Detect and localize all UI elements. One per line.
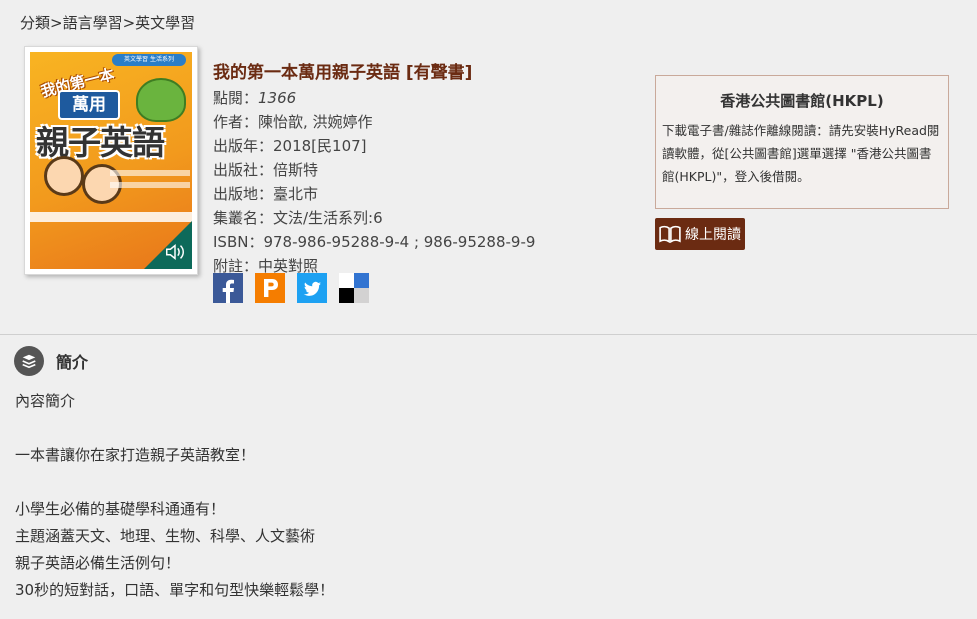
library-name: 香港公共圖書館(HKPL) [720,92,884,110]
views-row: 點閱：1366 [213,86,535,110]
place-row: 出版地：臺北市 [213,185,319,203]
author-row: 作者：陳怡歆, 洪婉婷作 [213,113,373,131]
breadcrumb[interactable]: 分類>語言學習>英文學習 [20,12,195,33]
cover-artwork: 英文學習 生活系列 我的第一本 萬用 親子英語 [30,52,192,269]
intro-line [15,469,334,496]
intro-line [15,415,334,442]
intro-line: 親子英語必備生活例句！ [15,554,181,572]
intro-header: 簡介 [14,346,88,376]
year-row: 出版年：2018[民107] [213,137,367,155]
speaker-icon [166,244,184,260]
intro-body: 內容簡介 一本書讓你在家打造親子英語教室！ 小學生必備的基礎學科通通有！ 主題涵… [15,388,334,604]
twitter-icon[interactable] [297,273,327,303]
delicious-icon[interactable] [339,273,369,303]
intro-line: 小學生必備的基礎學科通通有！ [15,500,226,518]
book-title: 我的第一本萬用親子英語 [有聲書] [213,63,473,83]
publisher-row: 出版社：倍斯特 [213,161,319,179]
section-divider [0,334,977,335]
cover-text-line [110,170,190,176]
books-icon [14,346,44,376]
intro-line: 一本書讓你在家打造親子英語教室！ [15,446,256,464]
intro-line: 主題涵蓋天文、地理、生物、科學、人文藝術 [15,527,316,545]
views-label: 點閱： [213,89,259,107]
library-panel: 香港公共圖書館(HKPL) 下載電子書/雜誌作離線閱讀：請先安裝HyRead閱讀… [655,75,949,209]
cover-badge: 英文學習 生活系列 [112,54,186,66]
read-online-label: 線上閱讀 [685,227,741,243]
read-online-button[interactable]: 線上閱讀 [655,218,745,250]
book-icon [659,225,681,243]
plurk-icon[interactable] [255,273,285,303]
book-cover-image[interactable]: 英文學習 生活系列 我的第一本 萬用 親子英語 [24,46,198,275]
library-note: 下載電子書/雜誌作離線閱讀：請先安裝HyRead閱讀軟體，從[公共圖書館]選單選… [662,123,940,184]
isbn-row: ISBN：978-986-95288-9-4 ; 986-95288-9-9 [213,233,536,251]
intro-title: 簡介 [56,353,89,372]
intro-line: 30秒的短對話，口語、單字和句型快樂輕鬆學！ [15,581,335,599]
child-face-illustration [44,156,84,196]
book-info: 我的第一本萬用親子英語 [有聲書] 點閱：1366 作者：陳怡歆, 洪婉婷作 出… [213,58,535,278]
intro-line: 內容簡介 [15,392,76,410]
facebook-icon[interactable] [213,273,243,303]
share-bar [213,273,369,303]
views-count: 1366 [258,89,297,107]
cover-text-line [110,182,190,188]
series-row: 集叢名：文法/生活系列:6 [213,209,383,227]
